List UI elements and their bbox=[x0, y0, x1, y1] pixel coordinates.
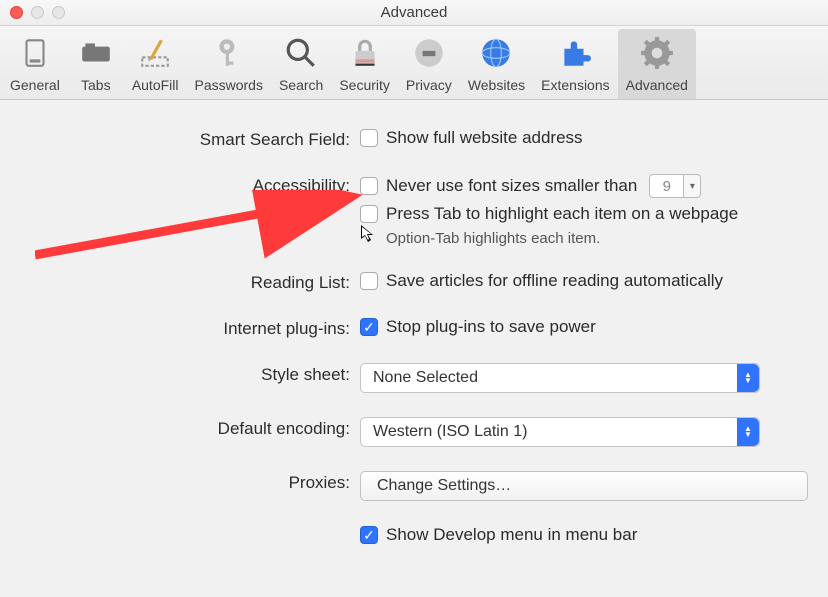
zoom-window-button[interactable] bbox=[52, 6, 65, 19]
general-icon bbox=[15, 33, 55, 73]
toolbar-label: Passwords bbox=[195, 77, 263, 93]
advanced-icon bbox=[637, 33, 677, 73]
toolbar-search[interactable]: Search bbox=[271, 29, 331, 99]
show-develop-checkbox[interactable]: ✓ bbox=[360, 526, 378, 544]
passwords-icon bbox=[209, 33, 249, 73]
stylesheet-select[interactable]: None Selected ▲▼ bbox=[360, 363, 760, 393]
toolbar-privacy[interactable]: Privacy bbox=[398, 29, 460, 99]
minimize-window-button[interactable] bbox=[31, 6, 44, 19]
change-proxy-settings-text: Change Settings… bbox=[377, 477, 511, 495]
close-window-button[interactable] bbox=[10, 6, 23, 19]
press-tab-checkbox[interactable] bbox=[360, 205, 378, 223]
encoding-value: Western (ISO Latin 1) bbox=[373, 423, 527, 441]
show-full-url-checkbox[interactable] bbox=[360, 129, 378, 147]
min-font-checkbox[interactable] bbox=[360, 177, 378, 195]
toolbar-label: Tabs bbox=[81, 77, 111, 93]
accessibility-label: Accessibility: bbox=[20, 174, 360, 196]
toolbar-label: Search bbox=[279, 77, 323, 93]
toolbar-advanced[interactable]: Advanced bbox=[618, 29, 696, 99]
toolbar-websites[interactable]: Websites bbox=[460, 29, 533, 99]
press-tab-option[interactable]: Press Tab to highlight each item on a we… bbox=[360, 204, 808, 224]
encoding-label: Default encoding: bbox=[20, 417, 360, 439]
stop-plugins-checkbox[interactable]: ✓ bbox=[360, 318, 378, 336]
toolbar-passwords[interactable]: Passwords bbox=[187, 29, 271, 99]
autofill-icon bbox=[135, 33, 175, 73]
row-accessibility: Accessibility: Never use font sizes smal… bbox=[20, 174, 808, 247]
min-font-stepper[interactable]: ▾ bbox=[683, 174, 701, 198]
save-offline-text: Save articles for offline reading automa… bbox=[386, 271, 723, 291]
show-develop-option[interactable]: ✓ Show Develop menu in menu bar bbox=[360, 525, 808, 545]
stop-plugins-option[interactable]: ✓ Stop plug-ins to save power bbox=[360, 317, 808, 337]
show-full-url-text: Show full website address bbox=[386, 128, 583, 148]
change-proxy-settings-button[interactable]: Change Settings… bbox=[360, 471, 808, 501]
reading-list-label: Reading List: bbox=[20, 271, 360, 293]
min-font-text: Never use font sizes smaller than bbox=[386, 176, 637, 196]
row-encoding: Default encoding: Western (ISO Latin 1) … bbox=[20, 417, 808, 447]
toolbar-security[interactable]: Security bbox=[331, 29, 398, 99]
press-tab-text: Press Tab to highlight each item on a we… bbox=[386, 204, 738, 224]
window-title: Advanced bbox=[0, 4, 828, 21]
toolbar-tabs[interactable]: Tabs bbox=[68, 29, 124, 99]
chevron-updown-icon: ▲▼ bbox=[737, 364, 759, 392]
row-reading-list: Reading List: Save articles for offline … bbox=[20, 271, 808, 293]
websites-icon bbox=[476, 33, 516, 73]
smart-search-label: Smart Search Field: bbox=[20, 128, 360, 150]
toolbar-label: AutoFill bbox=[132, 77, 179, 93]
min-font-option[interactable]: Never use font sizes smaller than ▾ bbox=[360, 174, 808, 198]
toolbar-label: Privacy bbox=[406, 77, 452, 93]
show-full-url-option[interactable]: Show full website address bbox=[360, 128, 808, 148]
show-develop-text: Show Develop menu in menu bar bbox=[386, 525, 637, 545]
preferences-pane: Smart Search Field: Show full website ad… bbox=[0, 100, 828, 597]
toolbar-label: Websites bbox=[468, 77, 525, 93]
row-smart-search: Smart Search Field: Show full website ad… bbox=[20, 128, 808, 150]
privacy-icon bbox=[409, 33, 449, 73]
stop-plugins-text: Stop plug-ins to save power bbox=[386, 317, 596, 337]
stylesheet-label: Style sheet: bbox=[20, 363, 360, 385]
plugins-label: Internet plug-ins: bbox=[20, 317, 360, 339]
chevron-updown-icon: ▲▼ bbox=[737, 418, 759, 446]
row-develop: ✓ Show Develop menu in menu bar bbox=[20, 525, 808, 545]
toolbar-extensions[interactable]: Extensions bbox=[533, 29, 617, 99]
save-offline-option[interactable]: Save articles for offline reading automa… bbox=[360, 271, 808, 291]
search-icon bbox=[281, 33, 321, 73]
security-icon bbox=[345, 33, 385, 73]
stylesheet-value: None Selected bbox=[373, 369, 478, 387]
extensions-icon bbox=[555, 33, 595, 73]
titlebar: Advanced bbox=[0, 0, 828, 26]
tabs-icon bbox=[76, 33, 116, 73]
save-offline-checkbox[interactable] bbox=[360, 272, 378, 290]
press-tab-hint: Option-Tab highlights each item. bbox=[386, 230, 808, 247]
row-proxies: Proxies: Change Settings… bbox=[20, 471, 808, 501]
row-plugins: Internet plug-ins: ✓ Stop plug-ins to sa… bbox=[20, 317, 808, 339]
toolbar-autofill[interactable]: AutoFill bbox=[124, 29, 187, 99]
min-font-input[interactable] bbox=[649, 174, 683, 198]
window-controls bbox=[10, 6, 65, 19]
row-stylesheet: Style sheet: None Selected ▲▼ bbox=[20, 363, 808, 393]
proxies-label: Proxies: bbox=[20, 471, 360, 493]
toolbar-label: Advanced bbox=[626, 77, 688, 93]
encoding-select[interactable]: Western (ISO Latin 1) ▲▼ bbox=[360, 417, 760, 447]
toolbar-label: Security bbox=[339, 77, 390, 93]
toolbar-label: Extensions bbox=[541, 77, 609, 93]
toolbar-label: General bbox=[10, 77, 60, 93]
toolbar-general[interactable]: General bbox=[2, 29, 68, 99]
preferences-toolbar: General Tabs AutoFill Passwords Search S… bbox=[0, 26, 828, 100]
